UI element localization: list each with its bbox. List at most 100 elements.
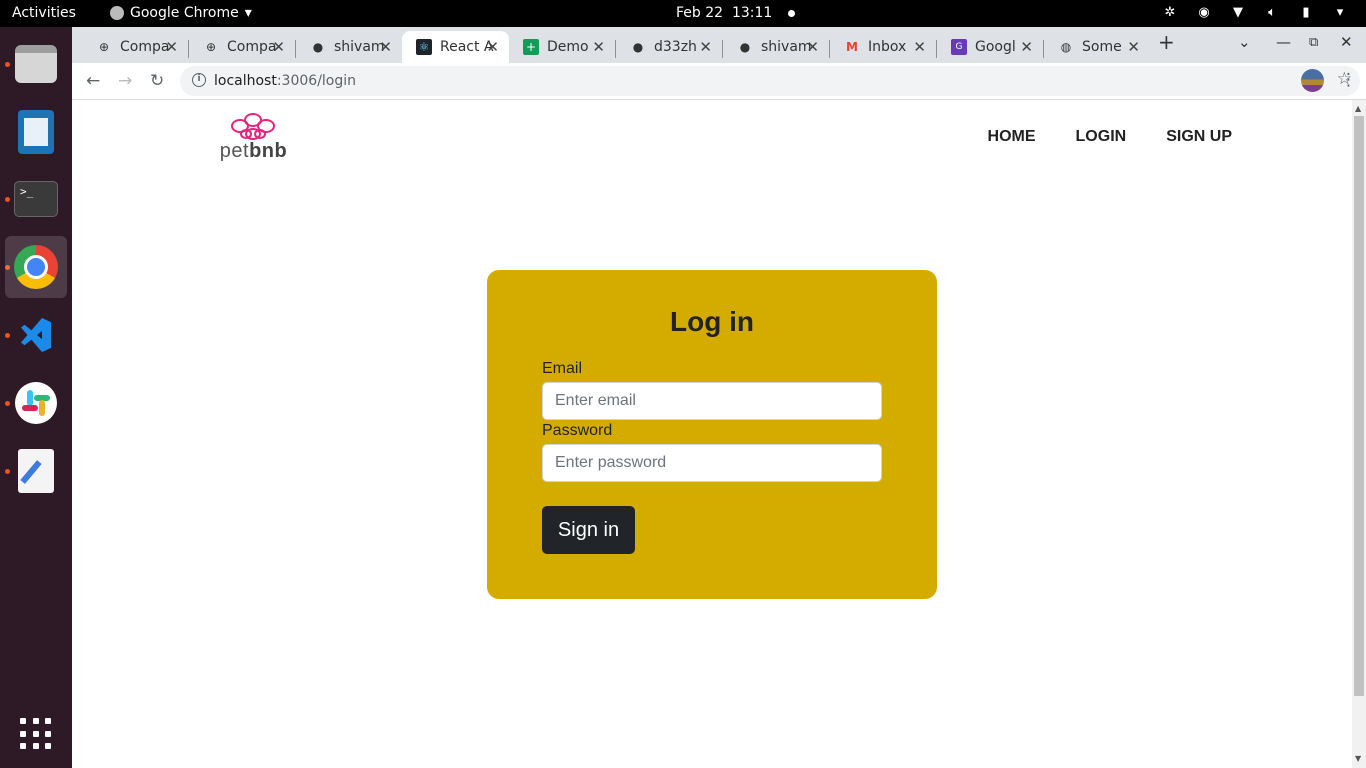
close-tab-icon[interactable]: ✕ xyxy=(379,38,392,56)
slack-icon xyxy=(15,382,57,424)
clock[interactable]: Feb 22 13:11 xyxy=(676,5,796,21)
volume-icon[interactable]: 🔈︎ xyxy=(1264,4,1280,20)
battery-icon[interactable]: ▮ xyxy=(1298,4,1314,20)
terminal-icon: >_ xyxy=(14,181,58,217)
url-text[interactable]: localhost:3006/login xyxy=(214,73,356,89)
close-tab-icon[interactable]: ✕ xyxy=(486,38,499,56)
login-title: Log in xyxy=(670,306,754,337)
close-tab-icon[interactable]: ✕ xyxy=(1127,38,1140,56)
libreoffice-writer-icon xyxy=(18,110,54,154)
close-tab-icon[interactable]: ✕ xyxy=(1020,38,1033,56)
tab-strip: ⊕ Compa ✕ ⊕ Compa ✕ ● shivam ✕ ⚛ React A… xyxy=(72,27,1366,63)
chrome-icon xyxy=(14,245,58,289)
notification-dot-icon xyxy=(788,9,796,17)
email-label: Email xyxy=(542,360,583,377)
caret-down-icon: ▾ xyxy=(244,5,252,21)
chrome-menu-icon[interactable]: ⋮ xyxy=(1340,70,1357,90)
logo-text: petbnb xyxy=(196,140,311,163)
dock-chrome[interactable] xyxy=(5,236,67,298)
clock-date: Feb 22 xyxy=(676,5,724,21)
activities-button[interactable]: Activities xyxy=(12,5,76,21)
dock-vscode[interactable] xyxy=(5,304,67,366)
scroll-up-icon[interactable]: ▲ xyxy=(1355,104,1361,113)
gmail-icon: M xyxy=(846,40,858,54)
globe-icon: ⊕ xyxy=(98,40,110,54)
system-tray[interactable]: ✲ ◉ ▼ 🔈︎ ▮ ▾ xyxy=(1162,4,1348,20)
password-field[interactable] xyxy=(542,444,882,482)
web-page: petbnb HOME LOGIN SIGN UP Log in Email P… xyxy=(72,100,1352,768)
reload-icon[interactable]: ↻ xyxy=(150,71,164,91)
back-icon[interactable]: ← xyxy=(86,71,100,91)
url-host: localhost xyxy=(214,73,277,89)
dock: >_ xyxy=(0,27,72,768)
dock-files[interactable] xyxy=(5,33,67,95)
github-icon: ● xyxy=(632,40,644,54)
scroll-down-icon[interactable]: ▼ xyxy=(1355,754,1361,763)
text-editor-icon xyxy=(18,449,54,493)
dock-writer[interactable] xyxy=(5,101,67,163)
tab-4[interactable]: + Demo ✕ xyxy=(509,31,615,63)
discord-tray-icon[interactable]: ◉ xyxy=(1196,4,1212,20)
tab-3-active[interactable]: ⚛ React A ✕ xyxy=(402,31,509,63)
window-close-icon[interactable]: ✕ xyxy=(1340,33,1353,51)
nav-login-link[interactable]: LOGIN xyxy=(1076,128,1127,146)
logo-text-light: pet xyxy=(219,140,250,162)
nav-home-link[interactable]: HOME xyxy=(988,128,1036,146)
globe-icon: ◍ xyxy=(1060,40,1072,54)
tab-search-chevron-icon[interactable]: ⌄ xyxy=(1238,33,1251,51)
logo-text-bold: bnb xyxy=(249,140,288,162)
forward-icon[interactable]: → xyxy=(118,71,132,91)
tab-8[interactable]: G Googl ✕ xyxy=(937,31,1043,63)
vscode-icon xyxy=(15,314,57,356)
email-field[interactable] xyxy=(542,382,882,420)
react-icon: ⚛ xyxy=(416,39,432,55)
close-tab-icon[interactable]: ✕ xyxy=(165,38,178,56)
dock-terminal[interactable]: >_ xyxy=(5,168,67,230)
petbnb-logo[interactable]: petbnb xyxy=(196,112,311,162)
chrome-small-icon xyxy=(110,6,124,20)
google-forms-icon: G xyxy=(951,39,967,55)
app-grid-icon xyxy=(20,718,52,750)
globe-icon: ⊕ xyxy=(205,40,217,54)
profile-avatar[interactable] xyxy=(1301,69,1324,92)
tab-9[interactable]: ◍ Some ✕ xyxy=(1044,31,1150,63)
tab-2[interactable]: ● shivam ✕ xyxy=(296,31,402,63)
clock-time: 13:11 xyxy=(731,5,773,21)
system-top-bar: Activities Google Chrome ▾ Feb 22 13:11 … xyxy=(0,0,1366,27)
dock-text-editor[interactable] xyxy=(5,440,67,502)
close-tab-icon[interactable]: ✕ xyxy=(592,38,605,56)
tab-7[interactable]: M Inbox ✕ xyxy=(830,31,936,63)
browser-toolbar: ← → ↻ i localhost:3006/login ➤ ☆ ⋮ xyxy=(72,63,1366,100)
nav-signup-link[interactable]: SIGN UP xyxy=(1166,128,1232,146)
app-menu-label: Google Chrome xyxy=(130,5,239,21)
slack-tray-icon[interactable]: ✲ xyxy=(1162,4,1178,20)
login-card: Log in Email Password Sign in xyxy=(487,270,937,599)
site-info-icon[interactable]: i xyxy=(192,73,206,87)
new-tab-icon[interactable]: + xyxy=(1158,30,1175,54)
sign-in-button[interactable]: Sign in xyxy=(542,506,635,554)
address-bar[interactable]: i localhost:3006/login ➤ ☆ xyxy=(180,66,1360,96)
scrollbar-thumb[interactable] xyxy=(1354,116,1364,696)
site-nav: HOME LOGIN SIGN UP xyxy=(988,128,1232,146)
close-tab-icon[interactable]: ✕ xyxy=(913,38,926,56)
tab-0[interactable]: ⊕ Compa ✕ xyxy=(82,31,188,63)
tab-1[interactable]: ⊕ Compa ✕ xyxy=(189,31,295,63)
url-path: :3006/login xyxy=(276,73,357,89)
system-menu-caret-icon[interactable]: ▾ xyxy=(1332,4,1348,20)
wifi-icon[interactable]: ▼ xyxy=(1230,4,1246,20)
clock-date-time: Feb 22 13:11 xyxy=(676,5,772,21)
sheets-icon: + xyxy=(523,39,539,55)
tab-5[interactable]: ● d33zh ✕ xyxy=(616,31,722,63)
close-tab-icon[interactable]: ✕ xyxy=(806,38,819,56)
close-tab-icon[interactable]: ✕ xyxy=(272,38,285,56)
show-applications-button[interactable] xyxy=(5,703,67,765)
app-menu[interactable]: Google Chrome ▾ xyxy=(110,5,252,21)
dock-slack[interactable] xyxy=(5,372,67,434)
github-icon: ● xyxy=(739,40,751,54)
page-scrollbar[interactable]: ▲ ▼ xyxy=(1352,100,1366,768)
files-icon xyxy=(15,45,57,83)
close-tab-icon[interactable]: ✕ xyxy=(699,38,712,56)
tab-6[interactable]: ● shivam ✕ xyxy=(723,31,829,63)
restore-icon[interactable]: ⧉ xyxy=(1309,35,1318,50)
minimize-icon[interactable]: — xyxy=(1276,33,1291,51)
